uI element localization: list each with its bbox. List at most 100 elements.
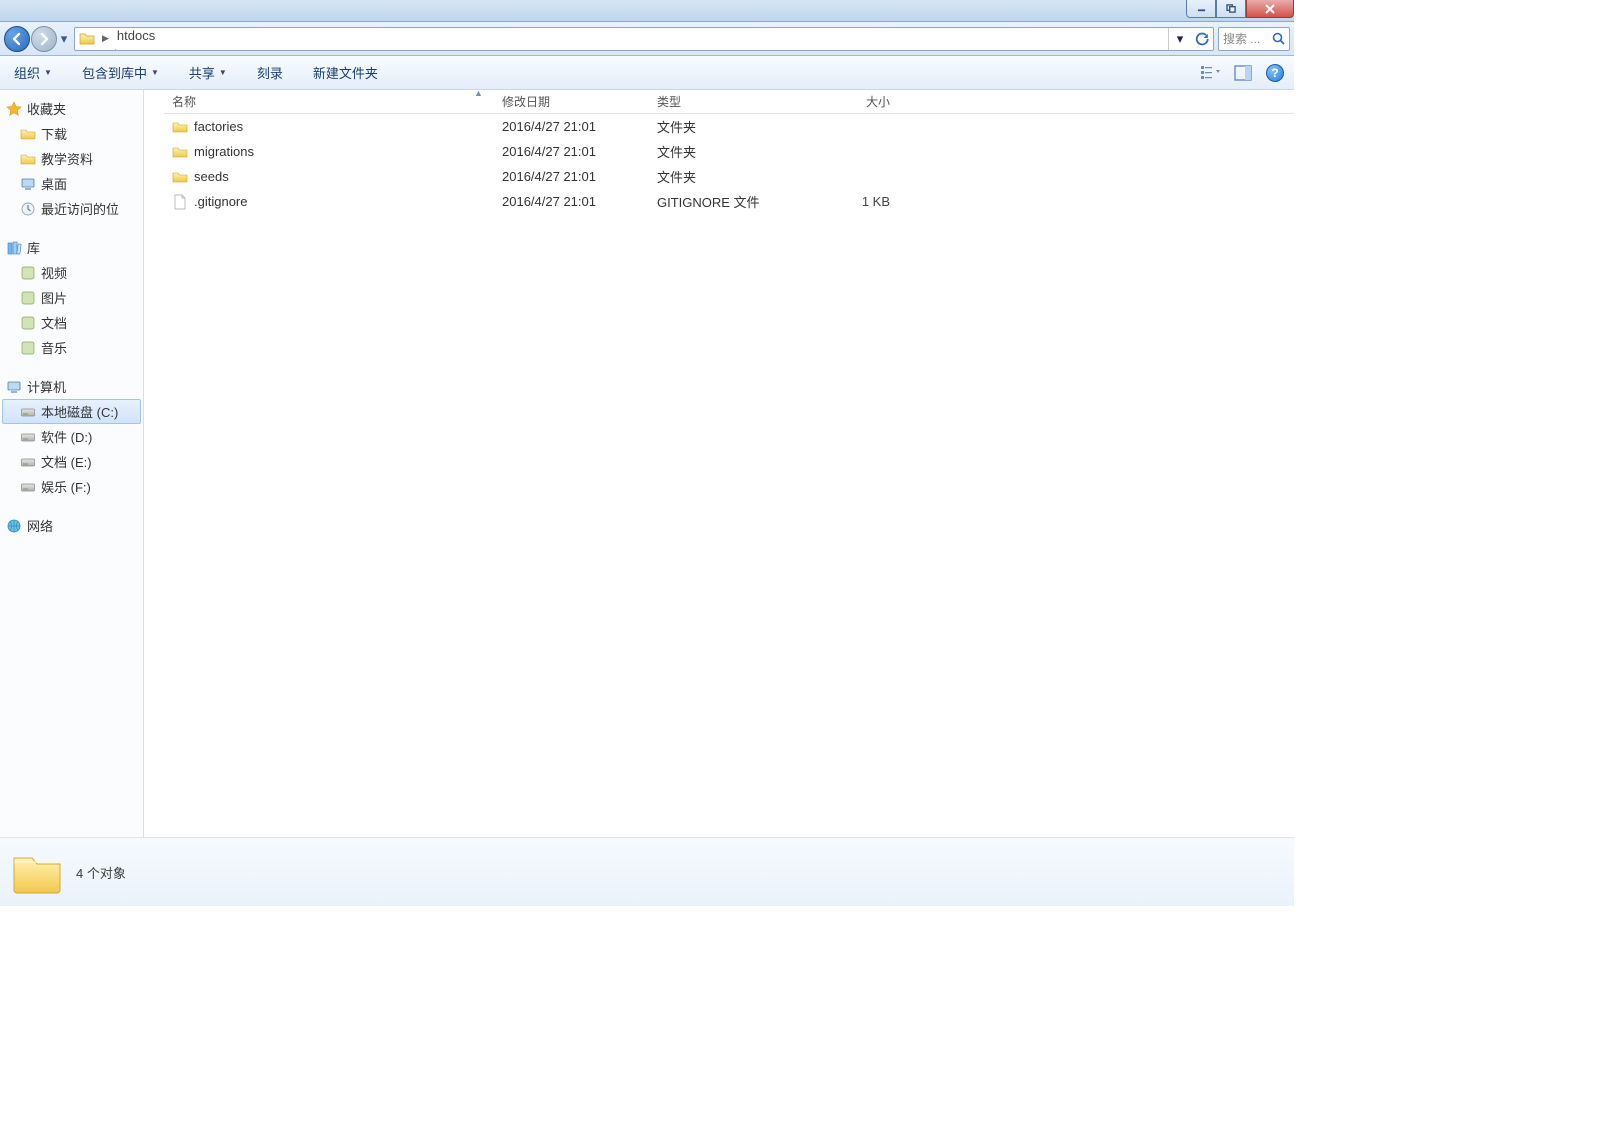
sort-indicator-icon: ▲ [474,88,483,98]
share-menu[interactable]: 共享▼ [183,59,233,86]
library-icon [6,240,22,256]
sidebar-item[interactable]: 软件 (D:) [2,424,141,449]
sidebar-item[interactable]: 娱乐 (F:) [2,474,141,499]
sidebar-network-header[interactable]: 网络 [2,513,141,538]
close-button[interactable] [1246,0,1294,18]
search-placeholder: 搜索 ... [1223,30,1260,47]
file-row[interactable]: seeds 2016/4/27 21:01文件夹 [164,164,1294,189]
file-size [809,114,899,139]
chevron-right-icon[interactable]: ▶ [112,47,125,51]
item-icon [20,201,36,217]
nav-history-dropdown[interactable]: ▾ [58,29,70,49]
drive-icon [20,479,36,495]
navigation-sidebar: 收藏夹 下载教学资料桌面最近访问的位 库 视频图片文档音乐 计算机 本地磁盘 (… [0,90,144,837]
file-row[interactable]: factories 2016/4/27 21:01文件夹 [164,114,1294,139]
item-icon [20,126,36,142]
column-headers: ▲ 名称 修改日期 类型 大小 [164,90,1294,114]
sidebar-libraries-label: 库 [27,238,40,257]
star-icon [6,101,22,117]
sidebar-favorites-label: 收藏夹 [27,99,66,118]
folder-icon [10,848,64,896]
search-input[interactable]: 搜索 ... [1218,27,1290,51]
item-icon [20,265,36,281]
column-type[interactable]: 类型 [649,90,809,113]
file-size [809,139,899,164]
network-icon [6,518,22,534]
include-label: 包含到库中 [82,63,147,82]
sidebar-item[interactable]: 桌面 [2,171,141,196]
sidebar-item[interactable]: 视频 [2,260,141,285]
sidebar-item[interactable]: 音乐 [2,335,141,360]
folder-icon [172,119,188,135]
file-name: seeds [194,169,229,184]
forward-button[interactable] [31,26,57,52]
file-list-pane: ▲ 名称 修改日期 类型 大小 factories 2016/4/27 21:01… [144,90,1294,837]
file-name: .gitignore [194,194,247,209]
file-name: migrations [194,144,254,159]
new-folder-button[interactable]: 新建文件夹 [307,59,384,86]
drive-icon [20,454,36,470]
navigation-bar: ▾ ▶ 计算机▶本地磁盘 (C:)▶xampp▶htdocs▶PHPprimar… [0,22,1294,56]
file-type: GITIGNORE 文件 [649,189,809,214]
drive-icon [20,429,36,445]
file-date: 2016/4/27 21:01 [494,114,649,139]
new-folder-label: 新建文件夹 [313,63,378,82]
status-bar: 4 个对象 [0,837,1294,906]
burn-label: 刻录 [257,63,283,82]
sidebar-item[interactable]: 图片 [2,285,141,310]
drive-icon [20,404,36,420]
sidebar-network-label: 网络 [27,516,53,535]
address-dropdown[interactable]: ▾ [1169,28,1191,50]
column-name[interactable]: 名称 [164,90,494,113]
chevron-right-icon[interactable]: ▶ [99,33,112,44]
sidebar-favorites-header[interactable]: 收藏夹 [2,96,141,121]
sidebar-libraries-header[interactable]: 库 [2,235,141,260]
sidebar-item[interactable]: 教学资料 [2,146,141,171]
sidebar-computer-header[interactable]: 计算机 [2,374,141,399]
file-row[interactable]: migrations2016/4/27 21:01文件夹 [164,139,1294,164]
file-type: 文件夹 [649,139,809,164]
refresh-button[interactable] [1191,28,1213,50]
folder-icon [172,169,188,185]
sidebar-item[interactable]: 文档 (E:) [2,449,141,474]
file-row[interactable]: .gitignore2016/4/27 21:01GITIGNORE 文件1 K… [164,189,1294,214]
organize-label: 组织 [14,63,40,82]
item-icon [20,176,36,192]
sidebar-item[interactable]: 下载 [2,121,141,146]
folder-icon [172,144,188,160]
column-date[interactable]: 修改日期 [494,90,649,113]
file-size [809,164,899,189]
sidebar-item[interactable]: 最近访问的位 [2,196,141,221]
folder-icon [79,31,95,47]
minimize-button[interactable] [1186,0,1216,18]
item-icon [20,315,36,331]
file-icon [172,194,188,210]
sidebar-computer-label: 计算机 [27,377,66,396]
address-bar[interactable]: ▶ 计算机▶本地磁盘 (C:)▶xampp▶htdocs▶PHPprimary▶… [74,27,1214,51]
maximize-button[interactable] [1216,0,1246,18]
organize-menu[interactable]: 组织▼ [8,59,58,86]
preview-pane-button[interactable] [1232,62,1254,84]
item-icon [20,340,36,356]
file-type: 文件夹 [649,164,809,189]
computer-icon [6,379,22,395]
status-count: 4 个对象 [76,863,126,882]
view-mode-button[interactable] [1200,62,1222,84]
file-date: 2016/4/27 21:01 [494,164,649,189]
back-button[interactable] [4,26,30,52]
include-in-library-menu[interactable]: 包含到库中▼ [76,59,165,86]
help-button[interactable]: ? [1264,62,1286,84]
item-icon [20,290,36,306]
file-date: 2016/4/27 21:01 [494,189,649,214]
search-icon [1272,32,1285,45]
file-name: factories [194,119,243,134]
column-size[interactable]: 大小 [809,90,899,113]
breadcrumb-item[interactable]: htdocs [112,28,199,43]
window-titlebar [0,0,1294,22]
sidebar-item[interactable]: 本地磁盘 (C:) [2,399,141,424]
file-type: 文件夹 [649,114,809,139]
share-label: 共享 [189,63,215,82]
sidebar-item[interactable]: 文档 [2,310,141,335]
item-icon [20,151,36,167]
burn-button[interactable]: 刻录 [251,59,289,86]
